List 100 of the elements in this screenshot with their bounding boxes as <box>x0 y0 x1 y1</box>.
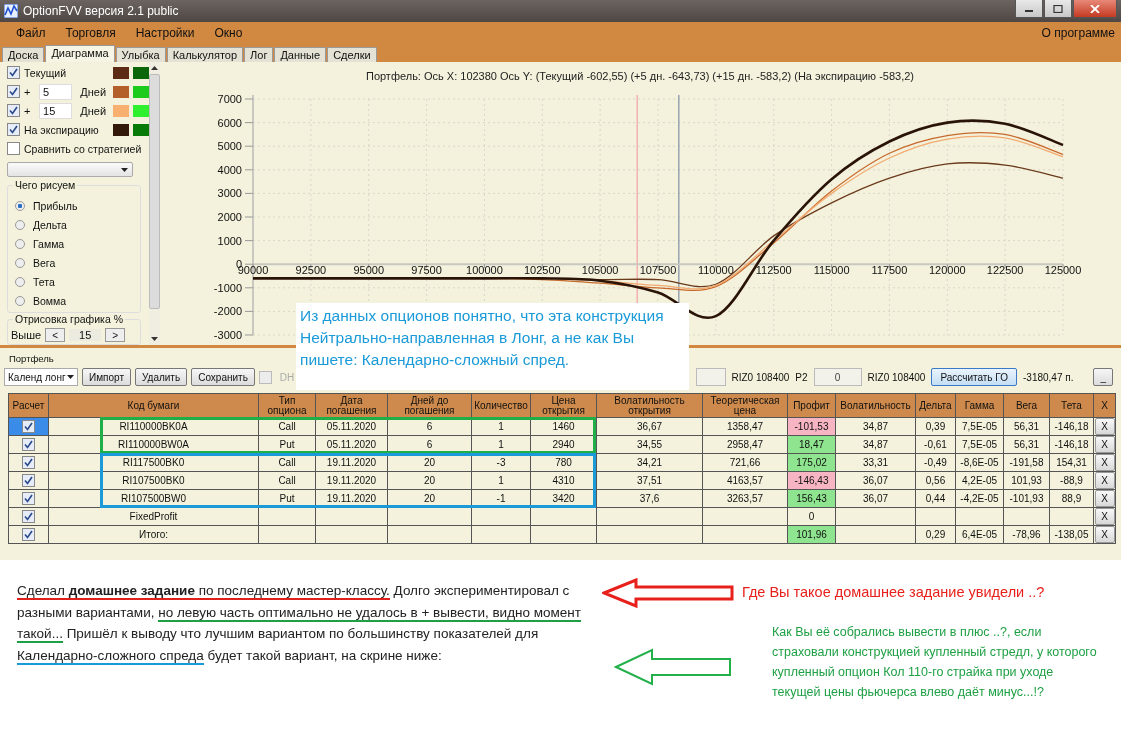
row-checkbox[interactable] <box>22 438 35 451</box>
close-icon <box>1090 4 1100 13</box>
checkbox[interactable] <box>7 66 20 79</box>
scroll-thumb[interactable] <box>148 74 160 309</box>
radio-button[interactable] <box>15 276 25 287</box>
radio-button[interactable] <box>15 200 25 211</box>
table-cell[interactable] <box>8 435 49 454</box>
underlying-label: RIZ0 108400 <box>731 371 790 383</box>
scrollbar[interactable] <box>148 62 160 345</box>
column-header[interactable]: Цена открытия <box>530 393 597 418</box>
checkbox[interactable] <box>7 85 20 98</box>
table-cell: 34,55 <box>596 435 703 454</box>
remove-button[interactable]: X <box>1094 436 1115 453</box>
remove-button[interactable]: X <box>1094 418 1115 435</box>
row-checkbox[interactable] <box>22 456 35 469</box>
days-input[interactable]: 15 <box>39 102 73 119</box>
column-header[interactable]: Тип опциона <box>258 393 316 418</box>
radio-button[interactable] <box>15 238 25 249</box>
color-swatch[interactable] <box>132 123 149 136</box>
minimize-button[interactable] <box>1015 0 1043 18</box>
column-header[interactable]: X <box>1093 393 1116 418</box>
table-cell[interactable] <box>8 471 49 490</box>
tab[interactable]: Диаграмма <box>45 45 115 62</box>
color-swatch[interactable] <box>112 66 129 79</box>
color-swatch[interactable] <box>112 104 129 117</box>
row-checkbox[interactable] <box>22 474 35 487</box>
tab[interactable]: Лог <box>244 47 274 62</box>
toolbar-button[interactable]: Сохранить <box>191 368 255 386</box>
checkbox[interactable] <box>7 123 20 136</box>
menu-item[interactable]: Настройки <box>125 26 205 40</box>
color-swatch[interactable] <box>132 104 149 117</box>
column-header[interactable]: Код бумаги <box>48 393 259 418</box>
days-input[interactable]: 5 <box>39 83 73 100</box>
remove-button[interactable]: X <box>1094 490 1115 507</box>
table-cell[interactable] <box>8 525 49 544</box>
row-checkbox[interactable] <box>22 510 35 523</box>
column-header[interactable]: Дней до погашения <box>387 393 472 418</box>
tab[interactable]: Улыбка <box>115 47 166 62</box>
menu-item[interactable]: О программе <box>1031 26 1115 40</box>
table-cell: -0,49 <box>915 453 956 472</box>
table-cell[interactable] <box>8 489 49 508</box>
x-tick-label: 117500 <box>871 264 908 277</box>
table-cell: RI110000BW0A <box>48 435 259 454</box>
checkbox[interactable] <box>7 142 20 155</box>
column-header[interactable]: Вега <box>1003 393 1050 418</box>
x-tick-label: 92500 <box>295 264 327 277</box>
strategy-dropdown[interactable]: Календ лонг <box>4 368 78 386</box>
menu-item[interactable]: Файл <box>6 26 56 40</box>
remove-button[interactable]: X <box>1094 508 1115 525</box>
toolbar-button[interactable]: Импорт <box>82 368 131 386</box>
color-swatch[interactable] <box>112 85 129 98</box>
remove-button[interactable]: X <box>1094 526 1115 543</box>
remove-button[interactable]: X <box>1094 472 1115 489</box>
column-header[interactable]: Теоретическая цена <box>702 393 788 418</box>
input-field[interactable] <box>695 368 726 386</box>
y-tick-label: 1000 <box>217 234 242 247</box>
menu-item[interactable]: Торговля <box>55 26 126 40</box>
scroll-down-icon[interactable] <box>150 337 158 341</box>
calculate-button[interactable]: Рассчитать ГО <box>931 368 1017 386</box>
color-swatch[interactable] <box>132 85 149 98</box>
y-tick-label: 4000 <box>217 163 242 176</box>
radio-button[interactable] <box>15 257 25 268</box>
x-tick-label: 112500 <box>755 264 792 277</box>
menu-item[interactable]: Окно <box>204 26 253 40</box>
scroll-up-icon[interactable] <box>150 66 158 70</box>
table-cell[interactable] <box>8 453 49 472</box>
tab[interactable]: Сделки <box>327 47 377 62</box>
close-button[interactable] <box>1073 0 1117 18</box>
row-checkbox[interactable] <box>22 420 35 433</box>
checkbox[interactable] <box>7 104 20 117</box>
tab[interactable]: Данные <box>274 47 327 62</box>
minimize-button[interactable]: _ <box>1093 368 1113 386</box>
color-swatch[interactable] <box>132 66 149 79</box>
table-cell: 7,5E-05 <box>955 435 1004 454</box>
column-header[interactable]: Гамма <box>955 393 1004 418</box>
input-field[interactable]: 0 <box>813 368 862 386</box>
color-swatch[interactable] <box>112 123 129 136</box>
increase-button[interactable]: > <box>105 328 126 342</box>
column-header[interactable]: Волатильность открытия <box>596 393 703 418</box>
decrease-button[interactable]: < <box>45 328 66 342</box>
row-checkbox[interactable] <box>22 528 35 541</box>
tab[interactable]: Калькулятор <box>166 47 244 62</box>
column-header[interactable]: Количество <box>471 393 531 418</box>
table-cell: 1358,47 <box>702 417 788 436</box>
radio-button[interactable] <box>15 295 25 306</box>
tab[interactable]: Доска <box>2 47 45 62</box>
radio-button[interactable] <box>15 219 25 230</box>
toolbar-button[interactable]: Удалить <box>134 368 188 386</box>
maximize-button[interactable] <box>1044 0 1072 18</box>
row-checkbox[interactable] <box>22 492 35 505</box>
column-header[interactable]: Дельта <box>915 393 956 418</box>
table-cell[interactable] <box>8 507 49 526</box>
table-cell: -4,2E-05 <box>955 489 1004 508</box>
remove-button[interactable]: X <box>1094 454 1115 471</box>
column-header[interactable]: Расчет <box>8 393 49 418</box>
column-header[interactable]: Тета <box>1049 393 1094 418</box>
column-header[interactable]: Волатильность <box>835 393 916 418</box>
column-header[interactable]: Дата погашения <box>315 393 388 418</box>
table-cell: 37,6 <box>596 489 703 508</box>
column-header[interactable]: Профит <box>787 393 836 418</box>
